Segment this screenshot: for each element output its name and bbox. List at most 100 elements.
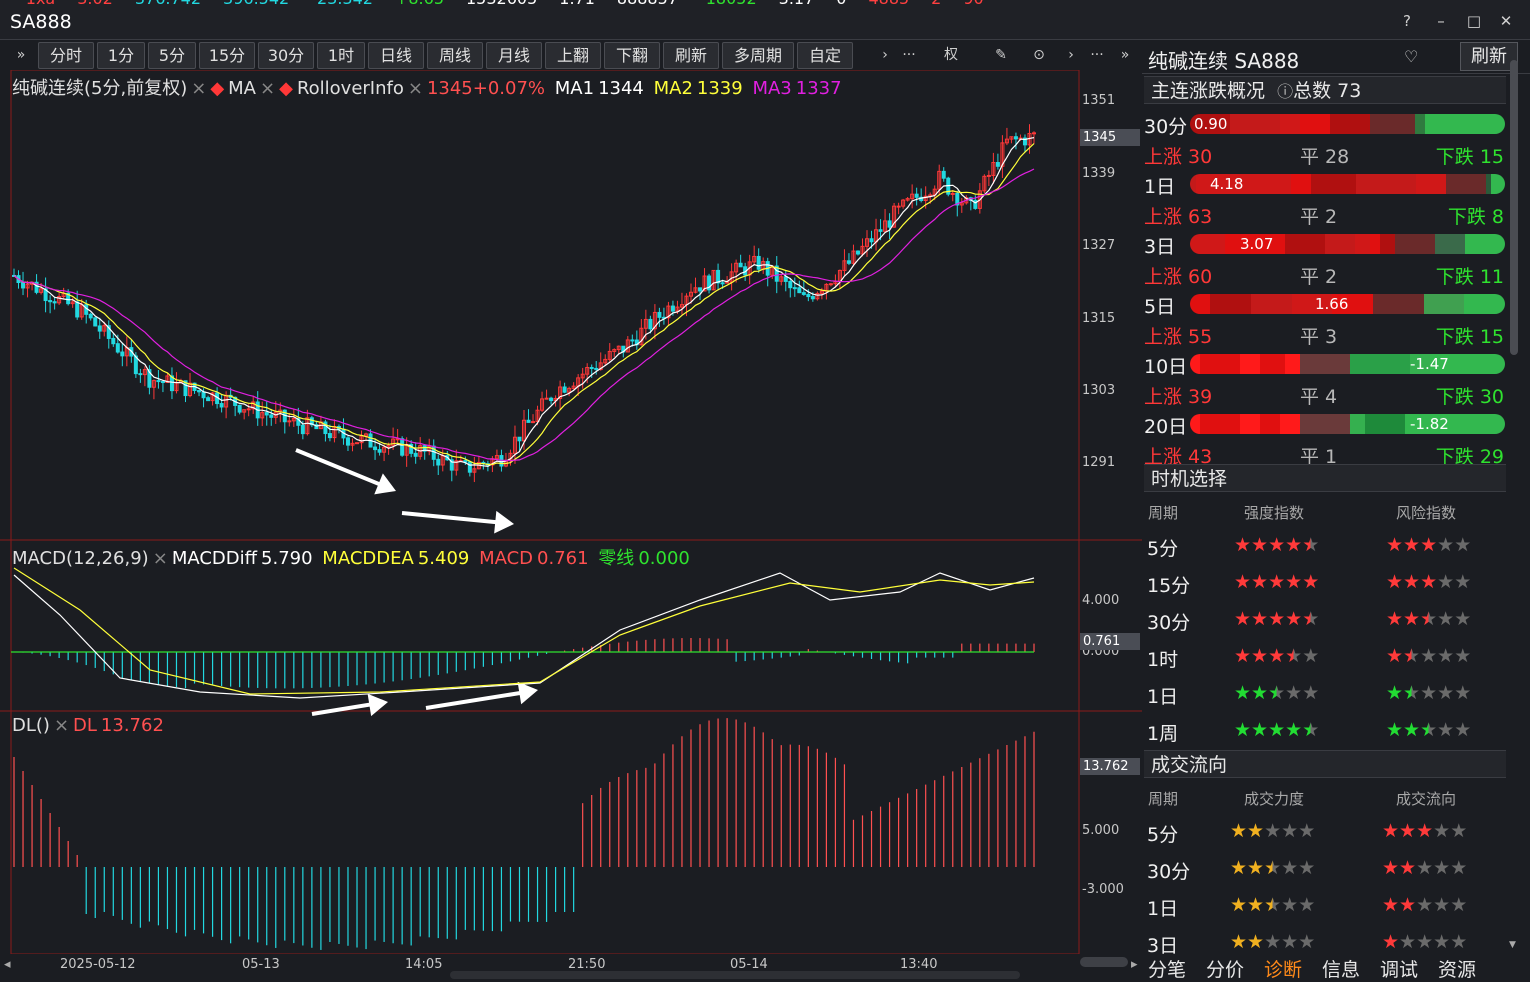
candle-body [21,282,26,289]
col-period: 周期 [1148,790,1179,808]
candle-body [377,449,382,453]
candle-body [531,421,536,424]
tab-1[interactable]: 分价 [1206,955,1244,982]
more-icon[interactable]: › [874,42,896,69]
period-button-7[interactable]: 周线 [427,42,483,69]
scroll-thumb[interactable] [1510,60,1518,355]
overview-bar: 0.90 [1190,114,1505,134]
time-scrollbar[interactable] [450,971,1020,979]
time-axis: ◂ 2025-05-12 05-13 14:05 21:50 05-14 13:… [0,954,1142,981]
next-icon[interactable]: › [1060,42,1082,69]
candle-body [589,367,594,370]
legend-x[interactable]: × [408,78,423,99]
minimize-icon[interactable]: – [1432,12,1450,30]
window-title: SA888 [10,11,72,33]
period-button-0[interactable]: 分时 [38,42,94,69]
zero-label: 零线 [598,548,635,569]
tab-3[interactable]: 信息 [1322,955,1360,982]
tab-2[interactable]: 诊断 [1264,955,1302,982]
period-button-9[interactable]: 上翻 [545,42,601,69]
period-button-6[interactable]: 日线 [368,42,424,69]
period-button-3[interactable]: 15分 [199,42,255,69]
legend-x[interactable]: × [260,78,275,99]
tab-5[interactable]: 资源 [1438,955,1476,982]
help-circle-icon[interactable]: ⓘ [1277,82,1293,101]
direction-stars: ★★★★★ [1382,857,1468,879]
legend-x[interactable]: × [153,548,168,569]
favorite-icon[interactable]: ♡ [1404,47,1418,66]
maximize-icon[interactable]: □ [1465,12,1483,30]
overview-value: 1.66 [1315,295,1349,313]
ticker-value: 888857 [617,0,678,7]
dl-tick: -3.000 [1082,882,1124,897]
legend-x[interactable]: × [191,78,206,99]
help-icon[interactable]: ? [1398,12,1416,30]
adjust-icon[interactable]: 权 [940,42,962,69]
candle-body [246,408,251,411]
down-count: 下跌 15 [1435,146,1504,168]
candle-body [97,325,102,332]
candle-body [88,313,93,319]
overview-value: 4.18 [1210,175,1244,193]
tab-4[interactable]: 调试 [1380,955,1418,982]
close-icon[interactable]: ✕ [1497,12,1515,30]
period-button-1[interactable]: 1分 [97,42,145,69]
bar-segment [1416,174,1446,194]
candle-body [201,391,206,399]
dl-tag: 13.762 [1080,758,1140,775]
candle-body [995,162,1000,167]
period-button-12[interactable]: 多周期 [722,42,794,69]
diff-label: MACDDiff [171,548,258,569]
scroll-left-icon[interactable]: ◂ [4,957,11,972]
period-button-11[interactable]: 刷新 [663,42,719,69]
period-button-4[interactable]: 30分 [258,42,314,69]
ticker-value: 2 [931,0,941,7]
title-bar: -1xa 3.02 376.742 396.542 -23.342 +8.65 153260… [0,0,1530,40]
bar-segment [1230,114,1280,134]
period-button-10[interactable]: 下翻 [604,42,660,69]
overview-period: 5日 [1144,296,1176,318]
dl-legend: DL() × DL 13.762 [12,715,168,736]
right-scrollbar[interactable]: ▼ [1508,60,1520,955]
expand-icon[interactable]: » [10,42,32,69]
scroll-right-icon[interactable]: ▸ [1131,957,1138,972]
collapse-icon[interactable]: » [1114,42,1136,69]
zoom-handle[interactable] [1080,957,1128,967]
force-stars: ★★★★★ [1230,931,1316,953]
candle-body [52,301,57,304]
candle-body [120,351,125,357]
legend-x[interactable]: × [54,715,69,736]
period-button-5[interactable]: 1时 [317,42,365,69]
flow-period: 5分 [1147,824,1179,846]
candle-body [941,170,946,179]
main-legend: 纯碱连续(5分,前复权) × ◆ MA × ◆ RolloverInfo × 1345+0.07… [12,78,842,99]
legend-ma: MA [228,78,256,99]
ticker-value: 90 [963,0,983,7]
candle-body [878,229,883,232]
scroll-down-icon[interactable]: ▼ [1509,940,1516,950]
ma3-value: 1337 [795,78,842,99]
period-button-13[interactable]: 自定 [797,42,853,69]
cloud-icon[interactable]: ⊙ [1028,42,1050,69]
candle-body [630,339,635,342]
dots-icon[interactable]: ··· [898,42,920,69]
chart-frame [10,70,1080,954]
period-button-2[interactable]: 5分 [148,42,196,69]
dl-value: 13.762 [100,715,164,736]
period-button-8[interactable]: 月线 [486,42,542,69]
tab-0[interactable]: 分笔 [1148,955,1186,982]
bar-segment [1490,174,1505,194]
candle-body [345,437,350,446]
candle-body [287,420,292,423]
chart-area[interactable]: 纯碱连续(5分,前复权) × ◆ MA × ◆ RolloverInfo × 1345+0.07… [0,70,1142,954]
candle-body [792,287,797,290]
candle-body [373,446,378,451]
chart-canvas[interactable] [0,70,1142,954]
pen-icon[interactable]: ✎ [990,42,1012,69]
up-count: 上涨 60 [1144,266,1213,288]
legend-name: 纯碱连续(5分,前复权) [12,78,188,99]
candle-body [400,438,405,456]
ticker-value: 396.542 [223,0,289,7]
dots-icon[interactable]: ··· [1086,42,1108,69]
candle-body [648,318,653,330]
